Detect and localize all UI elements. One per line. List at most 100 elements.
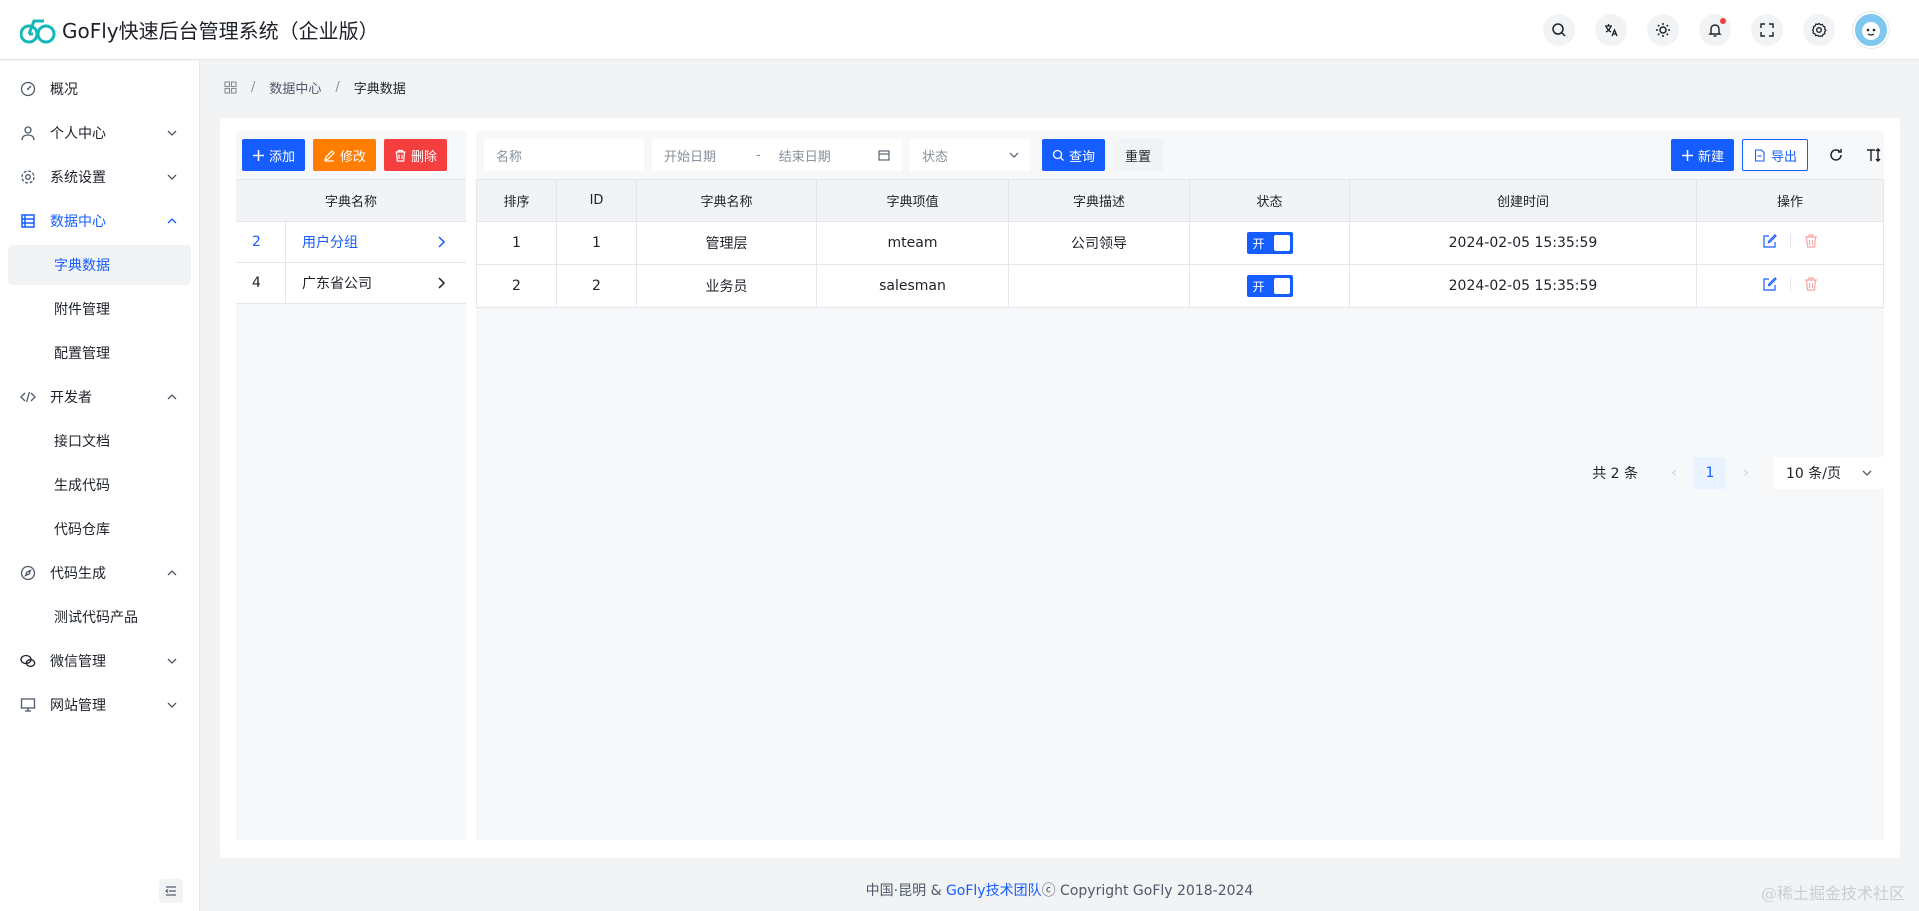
chevron-down-icon [167,130,177,136]
fullscreen-icon[interactable] [1751,14,1783,46]
action-divider [1789,277,1791,291]
sidebar-item-developer[interactable]: 开发者 [8,377,191,417]
status-toggle-label: 开 [1252,279,1265,294]
sidebar-subitem-code-repo[interactable]: 代码仓库 [8,509,191,549]
date-range-picker[interactable]: 开始日期 - 结束日期 [652,139,902,171]
cell-value: mteam [816,221,1009,265]
apps-icon[interactable] [224,81,237,94]
status-select[interactable]: 状态 [910,139,1030,171]
prev-page-icon[interactable]: ‹ [1658,457,1690,489]
translate-icon[interactable] [1595,14,1627,46]
sidebar: 概况 个人中心 系统设置 数据中心 字典数据 附件管理 配置管理 开发者 接口文… [0,61,200,911]
query-button[interactable]: 查询 [1042,139,1106,171]
sidebar-subitem-generate-code[interactable]: 生成代码 [8,465,191,505]
list-item[interactable]: 2 用户分组 [236,222,466,263]
breadcrumb: / 数据中心 / 字典数据 [224,78,406,97]
chevron-down-icon [1862,470,1872,476]
user-avatar[interactable] [1853,12,1889,48]
column-header: 字典名称 [636,179,817,222]
plus-icon [1681,149,1693,161]
sidebar-item-overview[interactable]: 概况 [8,69,191,109]
delete-icon[interactable] [1803,276,1819,292]
list-item-name: 广东省公司 [302,276,372,292]
add-button-label: 添加 [269,148,296,164]
cell-sort: 1 [476,221,557,265]
column-header: 字典项值 [816,179,1009,222]
search-icon [1052,149,1064,161]
footer-copyright: ⓒ Copyright GoFly 2018-2024 [1041,883,1254,899]
cell-status: 开 [1189,264,1350,308]
column-header: 状态 [1189,179,1350,222]
next-page-icon[interactable]: › [1730,457,1762,489]
sidebar-item-codegen[interactable]: 代码生成 [8,553,191,593]
add-button[interactable]: 添加 [242,139,306,171]
database-icon [20,213,36,229]
sidebar-item-label: 系统设置 [50,170,106,186]
sidebar-item-personal[interactable]: 个人中心 [8,113,191,153]
pagination-total: 共 2 条 [1592,466,1638,482]
reset-button[interactable]: 重置 [1113,139,1164,171]
column-header: 字典描述 [1008,179,1190,222]
cell-created: 2024-02-05 15:35:59 [1349,221,1697,265]
status-select-placeholder: 状态 [922,149,949,165]
edit-button[interactable]: 修改 [313,139,377,171]
column-header: 操作 [1696,179,1884,222]
page-size-select[interactable]: 10 条/页 [1774,457,1884,489]
chevron-right-icon [438,277,446,289]
edit-icon[interactable] [1762,276,1778,292]
refresh-icon[interactable] [1826,145,1846,165]
list-item-index: 4 [236,263,286,303]
status-toggle[interactable]: 开 [1246,232,1293,254]
column-header: ID [556,179,637,222]
sidebar-item-website[interactable]: 网站管理 [8,685,191,725]
edit-icon[interactable] [1762,233,1778,249]
gear-icon[interactable] [1803,14,1835,46]
dict-group-panel: 添加 修改 删除 字典名称 2 用户分组 4 广东省公司 [236,131,466,840]
list-item[interactable]: 4 广东省公司 [236,263,466,304]
sidebar-item-system-settings[interactable]: 系统设置 [8,157,191,197]
plus-icon [253,149,264,161]
export-button[interactable]: 导出 [1741,139,1808,171]
breadcrumb-separator: / [251,80,256,95]
sidebar-item-wechat[interactable]: 微信管理 [8,641,191,681]
cell-status: 开 [1189,221,1350,265]
query-button-label: 查询 [1069,148,1096,164]
chevron-down-icon [167,658,177,664]
theme-icon[interactable] [1647,14,1679,46]
search-icon[interactable] [1543,14,1575,46]
collapse-sidebar-button[interactable] [159,879,183,903]
name-filter-input[interactable]: 名称 [484,139,644,171]
sidebar-subitem-test-product[interactable]: 测试代码产品 [8,597,191,637]
column-header: 创建时间 [1349,179,1697,222]
end-date-placeholder: 结束日期 [778,149,831,165]
chevron-down-icon [167,174,177,180]
wechat-icon [20,653,36,669]
code-icon [20,389,36,405]
delete-button[interactable]: 删除 [384,139,448,171]
breadcrumb-item[interactable]: 数据中心 [269,78,321,97]
footer-team-link[interactable]: GoFly技术团队 [946,883,1042,899]
calendar-icon [878,150,890,161]
monitor-icon [20,697,36,713]
sidebar-subitem-dict-data[interactable]: 字典数据 [8,245,191,285]
footer-prefix: 中国·昆明 & [865,883,946,899]
sidebar-item-label: 网站管理 [50,698,106,714]
new-button[interactable]: 新建 [1670,139,1734,171]
sidebar-subitem-attachments[interactable]: 附件管理 [8,289,191,329]
cell-id: 1 [556,221,637,265]
chevron-up-icon [167,570,177,576]
page-number[interactable]: 1 [1694,457,1726,489]
dict-items-table: 排序 ID 字典名称 字典项值 字典描述 状态 创建时间 操作 1 1 管理层 … [476,179,1884,308]
sidebar-item-data-center[interactable]: 数据中心 [8,201,191,241]
user-icon [20,125,36,141]
cell-sort: 2 [476,264,557,308]
column-height-icon[interactable] [1864,145,1884,165]
delete-icon[interactable] [1803,233,1819,249]
app-title: GoFly快速后台管理系统（企业版） [62,19,379,43]
filter-toolbar: 名称 开始日期 - 结束日期 状态 查询 重置 新建 导出 [476,131,1884,179]
status-toggle[interactable]: 开 [1246,275,1293,297]
sidebar-subitem-config[interactable]: 配置管理 [8,333,191,373]
logo[interactable]: GoFly快速后台管理系统（企业版） [19,15,379,45]
bell-icon[interactable] [1699,14,1731,46]
sidebar-subitem-api-docs[interactable]: 接口文档 [8,421,191,461]
